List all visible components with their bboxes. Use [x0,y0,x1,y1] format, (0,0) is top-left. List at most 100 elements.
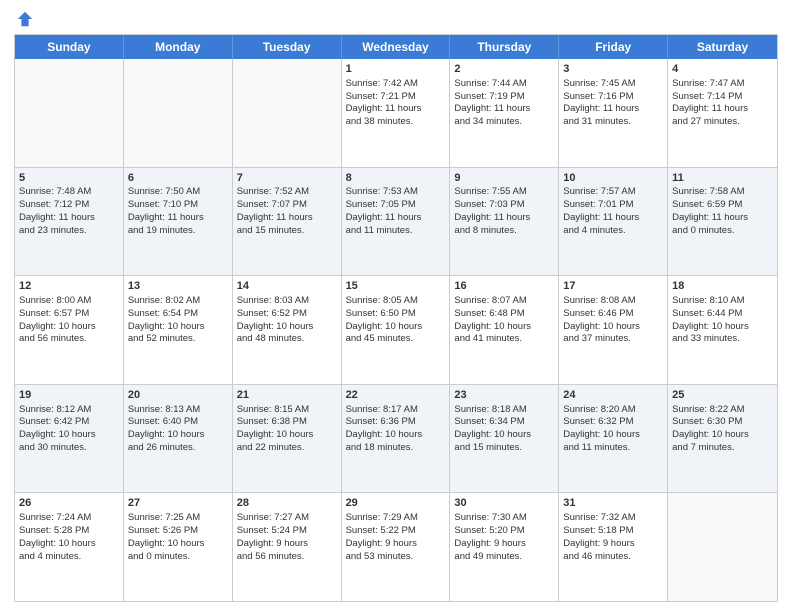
calendar-cell: 26Sunrise: 7:24 AM Sunset: 5:28 PM Dayli… [15,493,124,601]
header [14,10,778,28]
calendar-cell: 3Sunrise: 7:45 AM Sunset: 7:16 PM Daylig… [559,59,668,167]
weekday-header-thursday: Thursday [450,35,559,59]
calendar-cell: 10Sunrise: 7:57 AM Sunset: 7:01 PM Dayli… [559,168,668,276]
day-number: 11 [672,171,773,186]
day-info: Sunrise: 8:03 AM Sunset: 6:52 PM Dayligh… [237,295,314,344]
day-number: 1 [346,62,446,77]
calendar-row-5: 26Sunrise: 7:24 AM Sunset: 5:28 PM Dayli… [15,492,777,601]
day-info: Sunrise: 8:15 AM Sunset: 6:38 PM Dayligh… [237,404,314,453]
weekday-header-saturday: Saturday [668,35,777,59]
logo [14,10,34,28]
day-info: Sunrise: 7:24 AM Sunset: 5:28 PM Dayligh… [19,512,96,561]
day-number: 14 [237,279,337,294]
calendar-cell: 24Sunrise: 8:20 AM Sunset: 6:32 PM Dayli… [559,385,668,493]
day-number: 19 [19,388,119,403]
calendar-cell: 1Sunrise: 7:42 AM Sunset: 7:21 PM Daylig… [342,59,451,167]
day-number: 20 [128,388,228,403]
day-info: Sunrise: 7:29 AM Sunset: 5:22 PM Dayligh… [346,512,418,561]
day-number: 12 [19,279,119,294]
day-info: Sunrise: 7:53 AM Sunset: 7:05 PM Dayligh… [346,186,422,235]
weekday-header-sunday: Sunday [15,35,124,59]
calendar-cell: 5Sunrise: 7:48 AM Sunset: 7:12 PM Daylig… [15,168,124,276]
calendar-cell [124,59,233,167]
calendar-cell: 13Sunrise: 8:02 AM Sunset: 6:54 PM Dayli… [124,276,233,384]
calendar-cell: 8Sunrise: 7:53 AM Sunset: 7:05 PM Daylig… [342,168,451,276]
day-info: Sunrise: 7:52 AM Sunset: 7:07 PM Dayligh… [237,186,313,235]
calendar-cell: 22Sunrise: 8:17 AM Sunset: 6:36 PM Dayli… [342,385,451,493]
day-number: 13 [128,279,228,294]
day-info: Sunrise: 7:27 AM Sunset: 5:24 PM Dayligh… [237,512,309,561]
day-info: Sunrise: 8:10 AM Sunset: 6:44 PM Dayligh… [672,295,749,344]
day-number: 15 [346,279,446,294]
calendar-cell [15,59,124,167]
day-info: Sunrise: 7:32 AM Sunset: 5:18 PM Dayligh… [563,512,635,561]
calendar-row-1: 1Sunrise: 7:42 AM Sunset: 7:21 PM Daylig… [15,59,777,167]
day-number: 2 [454,62,554,77]
day-number: 27 [128,496,228,511]
calendar-cell: 20Sunrise: 8:13 AM Sunset: 6:40 PM Dayli… [124,385,233,493]
day-info: Sunrise: 7:30 AM Sunset: 5:20 PM Dayligh… [454,512,526,561]
calendar-cell: 4Sunrise: 7:47 AM Sunset: 7:14 PM Daylig… [668,59,777,167]
calendar-cell: 31Sunrise: 7:32 AM Sunset: 5:18 PM Dayli… [559,493,668,601]
day-info: Sunrise: 8:20 AM Sunset: 6:32 PM Dayligh… [563,404,640,453]
day-number: 4 [672,62,773,77]
day-number: 8 [346,171,446,186]
calendar-cell: 12Sunrise: 8:00 AM Sunset: 6:57 PM Dayli… [15,276,124,384]
day-info: Sunrise: 8:17 AM Sunset: 6:36 PM Dayligh… [346,404,423,453]
calendar-cell: 27Sunrise: 7:25 AM Sunset: 5:26 PM Dayli… [124,493,233,601]
day-info: Sunrise: 8:22 AM Sunset: 6:30 PM Dayligh… [672,404,749,453]
weekday-header-monday: Monday [124,35,233,59]
day-number: 23 [454,388,554,403]
day-number: 3 [563,62,663,77]
day-number: 17 [563,279,663,294]
calendar-cell: 30Sunrise: 7:30 AM Sunset: 5:20 PM Dayli… [450,493,559,601]
day-info: Sunrise: 7:45 AM Sunset: 7:16 PM Dayligh… [563,78,639,127]
day-number: 31 [563,496,663,511]
calendar-cell: 9Sunrise: 7:55 AM Sunset: 7:03 PM Daylig… [450,168,559,276]
calendar-cell: 16Sunrise: 8:07 AM Sunset: 6:48 PM Dayli… [450,276,559,384]
calendar-cell: 11Sunrise: 7:58 AM Sunset: 6:59 PM Dayli… [668,168,777,276]
day-number: 21 [237,388,337,403]
calendar-header-row: SundayMondayTuesdayWednesdayThursdayFrid… [15,35,777,59]
day-info: Sunrise: 7:25 AM Sunset: 5:26 PM Dayligh… [128,512,205,561]
calendar-body: 1Sunrise: 7:42 AM Sunset: 7:21 PM Daylig… [15,59,777,601]
day-number: 22 [346,388,446,403]
calendar-cell: 21Sunrise: 8:15 AM Sunset: 6:38 PM Dayli… [233,385,342,493]
day-number: 29 [346,496,446,511]
day-number: 30 [454,496,554,511]
day-info: Sunrise: 7:48 AM Sunset: 7:12 PM Dayligh… [19,186,95,235]
weekday-header-friday: Friday [559,35,668,59]
day-number: 24 [563,388,663,403]
calendar-cell: 6Sunrise: 7:50 AM Sunset: 7:10 PM Daylig… [124,168,233,276]
day-info: Sunrise: 8:18 AM Sunset: 6:34 PM Dayligh… [454,404,531,453]
calendar-cell [668,493,777,601]
logo-icon [16,10,34,28]
day-info: Sunrise: 7:44 AM Sunset: 7:19 PM Dayligh… [454,78,530,127]
calendar-cell: 18Sunrise: 8:10 AM Sunset: 6:44 PM Dayli… [668,276,777,384]
day-info: Sunrise: 7:55 AM Sunset: 7:03 PM Dayligh… [454,186,530,235]
weekday-header-wednesday: Wednesday [342,35,451,59]
calendar-cell [233,59,342,167]
day-number: 9 [454,171,554,186]
day-info: Sunrise: 8:05 AM Sunset: 6:50 PM Dayligh… [346,295,423,344]
day-info: Sunrise: 8:07 AM Sunset: 6:48 PM Dayligh… [454,295,531,344]
day-info: Sunrise: 8:12 AM Sunset: 6:42 PM Dayligh… [19,404,96,453]
day-number: 6 [128,171,228,186]
day-number: 18 [672,279,773,294]
day-number: 28 [237,496,337,511]
calendar-cell: 29Sunrise: 7:29 AM Sunset: 5:22 PM Dayli… [342,493,451,601]
calendar-cell: 2Sunrise: 7:44 AM Sunset: 7:19 PM Daylig… [450,59,559,167]
calendar-cell: 7Sunrise: 7:52 AM Sunset: 7:07 PM Daylig… [233,168,342,276]
calendar-cell: 15Sunrise: 8:05 AM Sunset: 6:50 PM Dayli… [342,276,451,384]
calendar-row-2: 5Sunrise: 7:48 AM Sunset: 7:12 PM Daylig… [15,167,777,276]
day-info: Sunrise: 7:42 AM Sunset: 7:21 PM Dayligh… [346,78,422,127]
page: SundayMondayTuesdayWednesdayThursdayFrid… [0,0,792,612]
day-number: 16 [454,279,554,294]
calendar-cell: 23Sunrise: 8:18 AM Sunset: 6:34 PM Dayli… [450,385,559,493]
day-info: Sunrise: 7:57 AM Sunset: 7:01 PM Dayligh… [563,186,639,235]
calendar-cell: 17Sunrise: 8:08 AM Sunset: 6:46 PM Dayli… [559,276,668,384]
day-info: Sunrise: 7:47 AM Sunset: 7:14 PM Dayligh… [672,78,748,127]
calendar-cell: 14Sunrise: 8:03 AM Sunset: 6:52 PM Dayli… [233,276,342,384]
calendar: SundayMondayTuesdayWednesdayThursdayFrid… [14,34,778,602]
day-info: Sunrise: 7:50 AM Sunset: 7:10 PM Dayligh… [128,186,204,235]
